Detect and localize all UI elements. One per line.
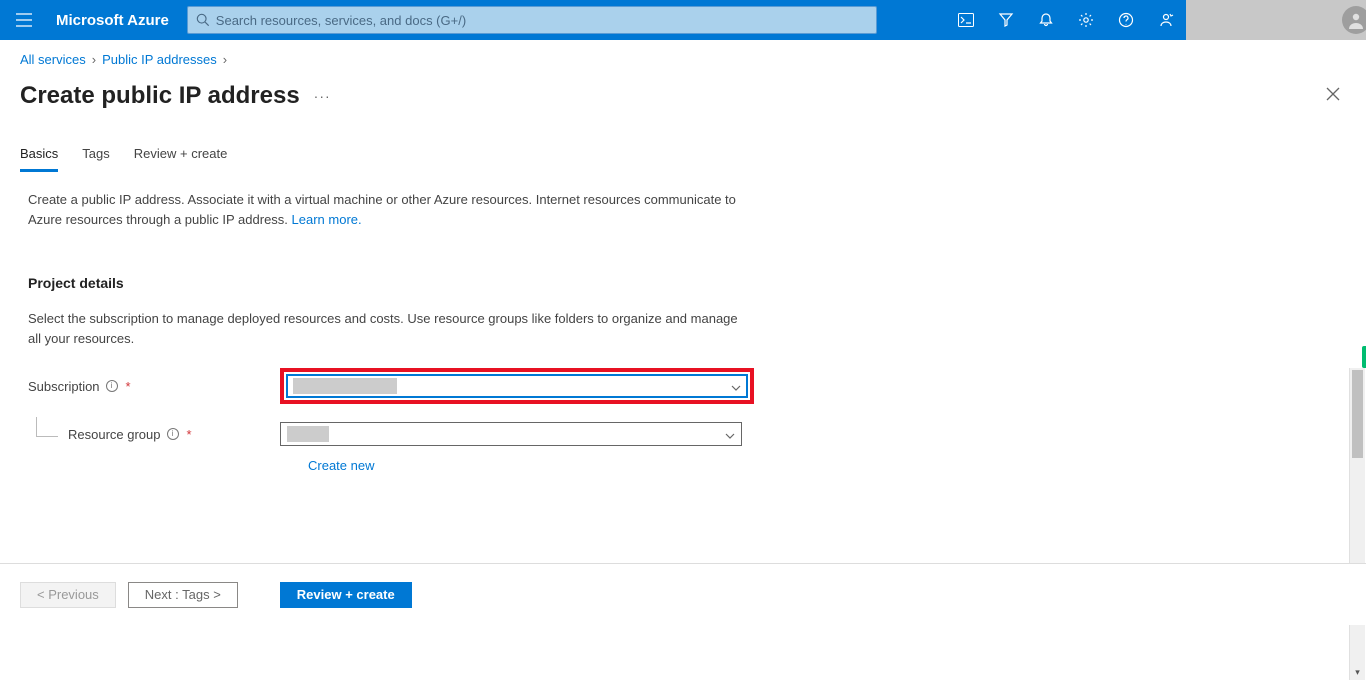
- help-icon[interactable]: [1106, 0, 1146, 40]
- next-button[interactable]: Next : Tags >: [128, 582, 238, 608]
- chevron-down-icon: [731, 379, 741, 394]
- intro-text: Create a public IP address. Associate it…: [28, 190, 760, 229]
- global-search[interactable]: [187, 6, 877, 34]
- top-bar: Microsoft Azure: [0, 0, 1366, 40]
- chevron-right-icon: ›: [92, 52, 96, 67]
- chevron-down-icon: [725, 427, 735, 442]
- breadcrumb-public-ip-addresses[interactable]: Public IP addresses: [102, 52, 217, 67]
- scroll-down-arrow-icon[interactable]: ▾: [1350, 664, 1365, 680]
- previous-button: < Previous: [20, 582, 116, 608]
- tab-review-create[interactable]: Review + create: [134, 146, 228, 172]
- more-actions-icon[interactable]: ···: [314, 88, 331, 104]
- project-details-description: Select the subscription to manage deploy…: [28, 309, 748, 348]
- wizard-tabs: Basics Tags Review + create: [0, 112, 1366, 172]
- subscription-value-redacted: [293, 378, 397, 394]
- vertical-scrollbar[interactable]: ▾: [1349, 368, 1365, 680]
- resource-group-label-text: Resource group: [68, 427, 161, 442]
- learn-more-link[interactable]: Learn more.: [292, 212, 362, 227]
- resource-group-value-redacted: [287, 426, 329, 442]
- avatar-icon: [1342, 6, 1366, 34]
- breadcrumb-all-services[interactable]: All services: [20, 52, 86, 67]
- tab-basics[interactable]: Basics: [20, 146, 58, 172]
- intro-text-body: Create a public IP address. Associate it…: [28, 192, 736, 227]
- hamburger-menu-icon[interactable]: [0, 13, 48, 27]
- info-icon[interactable]: i: [106, 380, 118, 392]
- resource-group-label: Resource group i *: [28, 427, 280, 442]
- directories-filter-icon[interactable]: [986, 0, 1026, 40]
- resource-group-row: Resource group i *: [28, 414, 760, 454]
- subscription-dropdown[interactable]: [286, 374, 748, 398]
- subscription-row: Subscription i *: [28, 366, 760, 406]
- brand-home-link[interactable]: Microsoft Azure: [48, 12, 187, 29]
- chevron-right-icon: ›: [223, 52, 227, 67]
- required-asterisk: *: [187, 427, 192, 442]
- subscription-label: Subscription i *: [28, 379, 280, 394]
- resource-group-dropdown[interactable]: [280, 422, 742, 446]
- required-asterisk: *: [126, 379, 131, 394]
- title-row: Create public IP address ···: [0, 73, 1366, 112]
- project-details-heading: Project details: [28, 275, 760, 291]
- feedback-tab[interactable]: [1362, 346, 1366, 368]
- page-title: Create public IP address: [20, 82, 300, 110]
- review-create-button[interactable]: Review + create: [280, 582, 412, 608]
- top-toolbar: [946, 0, 1186, 40]
- feedback-icon[interactable]: [1146, 0, 1186, 40]
- notifications-icon[interactable]: [1026, 0, 1066, 40]
- close-icon[interactable]: [1320, 79, 1346, 112]
- search-icon: [196, 13, 210, 27]
- scrollbar-thumb[interactable]: [1352, 370, 1363, 458]
- subscription-highlight: [280, 368, 754, 404]
- wizard-footer: < Previous Next : Tags > Review + create: [0, 563, 1366, 625]
- tree-connector: [36, 417, 58, 437]
- account-box[interactable]: [1186, 0, 1366, 40]
- settings-gear-icon[interactable]: [1066, 0, 1106, 40]
- content-panel: Create a public IP address. Associate it…: [0, 172, 780, 483]
- subscription-label-text: Subscription: [28, 379, 100, 394]
- create-new-resource-group-link[interactable]: Create new: [308, 458, 760, 473]
- cloud-shell-icon[interactable]: [946, 0, 986, 40]
- breadcrumb: All services › Public IP addresses ›: [0, 40, 1366, 73]
- tab-tags[interactable]: Tags: [82, 146, 109, 172]
- info-icon[interactable]: i: [167, 428, 179, 440]
- global-search-input[interactable]: [210, 13, 868, 28]
